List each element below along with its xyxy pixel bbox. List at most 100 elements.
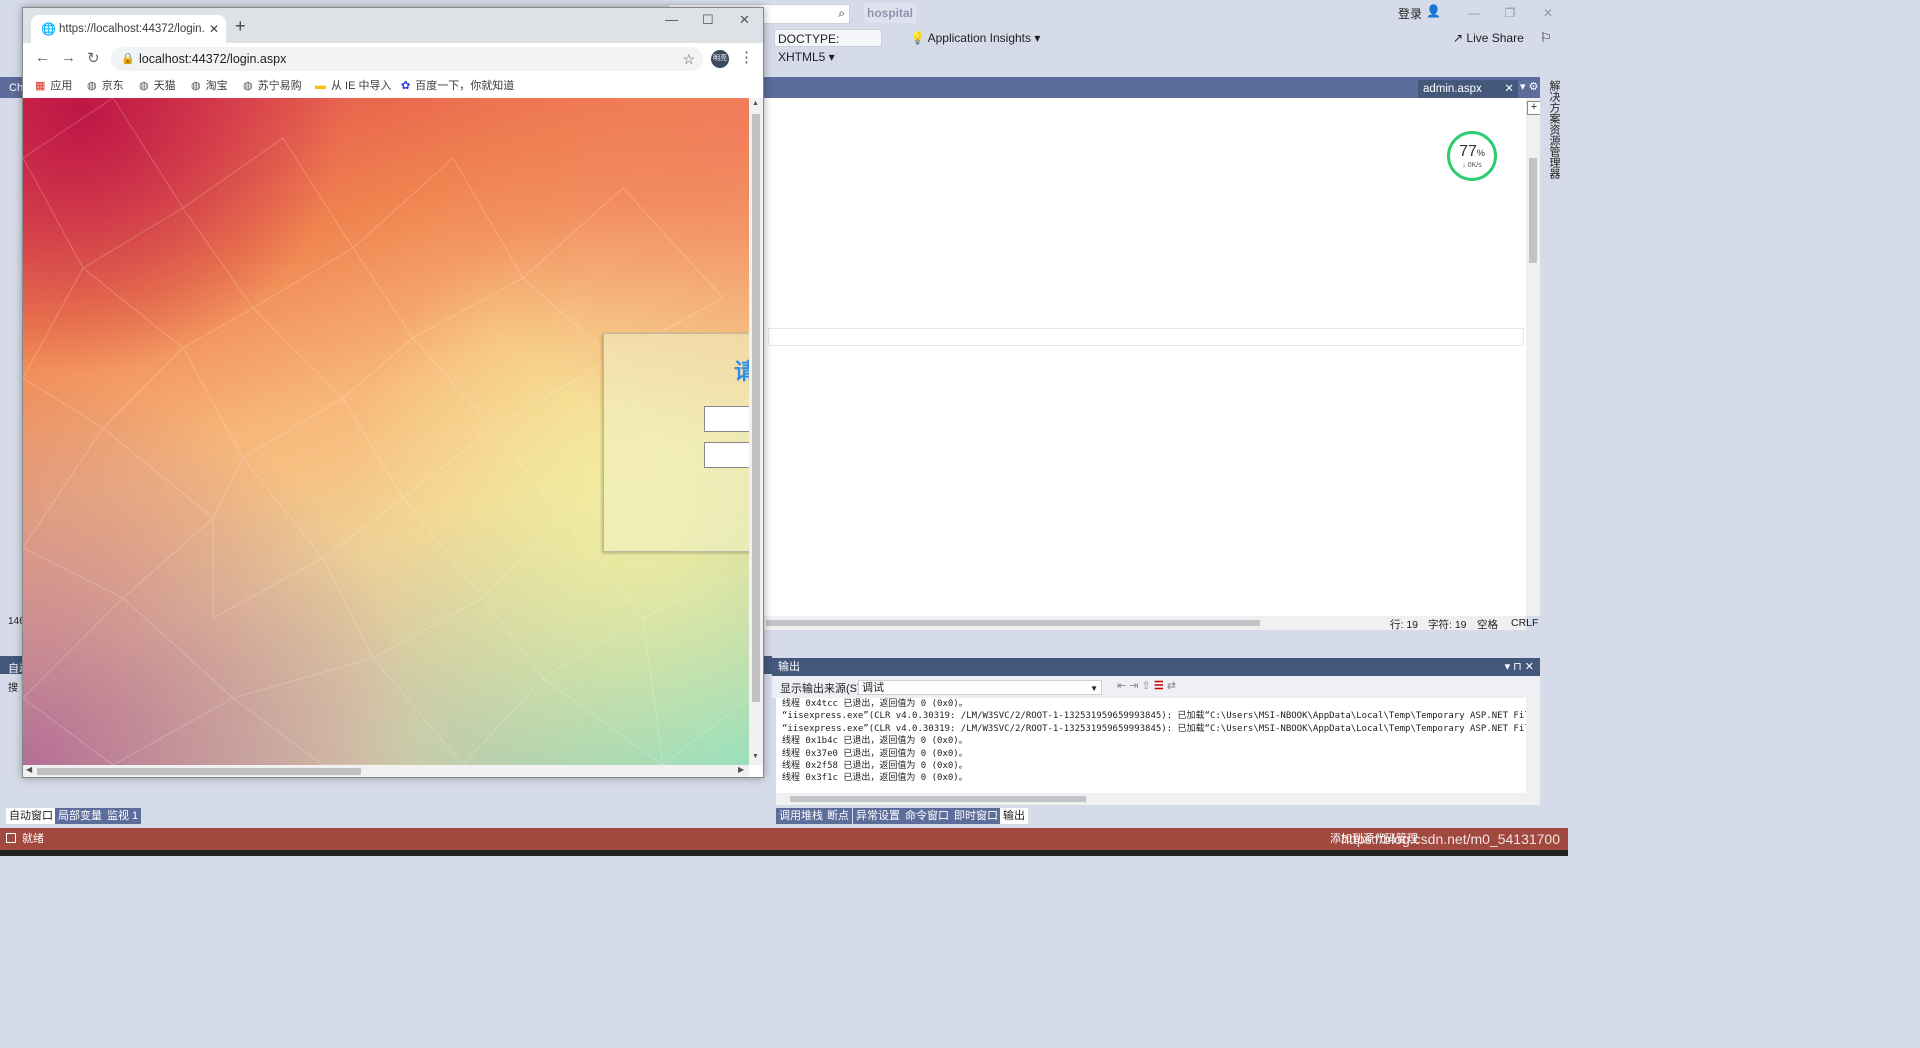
scroll-thumb[interactable] [766,620,1260,626]
bottom-tab-left-1[interactable]: 局部变量 [55,808,105,824]
bottom-tab-right-0[interactable]: 调用堆栈 [776,808,826,824]
scroll-thumb[interactable] [37,768,361,775]
doctype-combo[interactable]: DOCTYPE: XHTML5 ▾ [774,29,882,64]
output-horizontal-scrollbar[interactable] [776,793,1526,805]
chevron-down-icon: ▼ [1090,684,1098,693]
application-insights-button[interactable]: 💡 Application Insights ▾ [910,31,1040,45]
close-tab-icon[interactable]: ✕ [209,15,219,43]
bottom-tab-right-4[interactable]: 即时窗口 [951,808,1001,824]
username-input[interactable] [704,406,749,432]
restore-icon[interactable]: ❐ [1500,6,1520,20]
globe-icon: ◍ [243,80,253,92]
bottom-tab-right-3[interactable]: 命令窗口 [902,808,952,824]
bookmark-label: 天猫 [153,80,176,92]
gauge-percent: 77 [1459,143,1477,160]
feedback-icon[interactable]: ⚐ [1540,30,1552,46]
bookmark-item[interactable]: ◍ 淘宝 [191,75,228,98]
output-source-select[interactable]: 调试 ▼ [858,680,1102,695]
minimize-icon[interactable]: — [665,12,678,27]
taskbar [0,850,1568,856]
browser-tab[interactable]: 🌐 https://localhost:44372/login.aspx ✕ [31,15,226,43]
document-tab-admin[interactable]: admin.aspx ✕ [1418,80,1518,98]
lightbulb-icon: 💡 [910,31,925,45]
apps-grid-icon: ▦ [35,80,46,92]
reload-icon[interactable]: ↻ [87,49,100,67]
bottom-tab-right-5[interactable]: 输出 [1000,808,1028,824]
chrome-menu-icon[interactable]: ⋮ [739,48,754,66]
bottom-tab-right-2[interactable]: 异常设置 [853,808,903,824]
back-icon[interactable]: ← [35,49,50,66]
output-title: 输出 [778,661,800,673]
status-flag-icon [6,833,16,843]
bookmark-item[interactable]: ◍ 苏宁易购 [243,75,302,98]
address-bar[interactable]: 🔒 localhost:44372/login.aspx ☆ [111,47,703,71]
code-editor[interactable] [764,98,1526,616]
split-editor-icon[interactable]: + [1527,101,1541,115]
search-icon: ⌕ [838,6,845,20]
close-icon[interactable]: ✕ [1504,80,1514,98]
bottom-tab-left-0[interactable]: 自动窗口 [6,808,56,824]
share-icon: ↗ [1453,31,1464,45]
maximize-icon[interactable]: ☐ [702,12,714,28]
forward-icon[interactable]: → [61,49,76,66]
panel-controls-icons[interactable]: ▾ ⊓ ✕ [1505,658,1534,676]
login-link[interactable]: 登录 [1398,5,1422,22]
bookmark-item[interactable]: ▬ 从 IE 中导入 [315,75,392,98]
bottom-tab-left-2[interactable]: 监视 1 [104,808,142,824]
output-line: 线程 0x3f1c 已退出，返回值为 0 (0x0)。 [782,773,968,784]
scroll-thumb[interactable] [752,114,760,702]
left-tab-label[interactable]: Ch [9,82,23,94]
user-icon[interactable]: 👤 [1426,4,1441,18]
close-icon[interactable]: ✕ [1538,6,1558,20]
status-bar: 就绪 添加到源代码管理 https://blog.csdn.net/m0_541… [0,828,1568,850]
password-input[interactable] [704,442,749,468]
tab-well-menu-icon[interactable]: ▾ ⚙ [1520,80,1538,93]
bottom-tab-right-1[interactable]: 断点 [824,808,852,824]
watermark: https://blog.csdn.net/m0_54131700 [1341,831,1560,847]
bookmark-item[interactable]: ◍ 京东 [87,75,124,98]
chrome-tab-bar: 🌐 https://localhost:44372/login.aspx ✕ +… [23,8,763,43]
url-text[interactable]: localhost:44372/login.aspx [139,47,286,71]
scroll-thumb[interactable] [790,796,1086,802]
output-line: “iisexpress.exe”(CLR v4.0.30319: /LM/W3S… [782,711,1526,722]
solution-explorer-tab[interactable]: 解决方案资源管理器 [1544,80,1560,179]
bookmark-item[interactable]: ✿ 百度一下，你就知道 [401,75,514,98]
scroll-right-icon[interactable]: ▶ [738,765,744,774]
status-char: 字符: 19 [1428,619,1467,631]
bookmark-label: 应用 [50,80,73,92]
globe-icon: ◍ [87,80,97,92]
editor-vertical-scrollbar[interactable] [1526,98,1540,616]
output-vertical-scrollbar[interactable] [1526,698,1540,805]
bookmark-star-icon[interactable]: ☆ [682,47,695,71]
output-source-value: 调试 [862,682,884,694]
chrome-toolbar: ← → ↻ 🔒 localhost:44372/login.aspx ☆ 明亮 … [23,43,763,75]
scroll-thumb[interactable] [1529,158,1537,263]
output-source-label: 显示输出来源(S): [780,683,864,695]
new-tab-button[interactable]: + [235,16,246,37]
bookmark-item[interactable]: ◍ 天猫 [139,75,176,98]
bookmark-label: 从 IE 中导入 [331,80,392,92]
scroll-left-icon[interactable]: ◀ [26,765,32,774]
output-line: 线程 0x2f58 已退出，返回值为 0 (0x0)。 [782,761,968,772]
left-panel-search[interactable]: 搜 [8,679,18,694]
output-toolbar-icons[interactable]: ⇤ ⇥ ⇧ ☰ ⇄ [1117,679,1176,692]
bookmark-label: 京东 [101,80,124,92]
page-horizontal-scrollbar[interactable]: ◀ ▶ [23,765,749,777]
editor-split-line [768,328,1524,346]
bookmark-label: 百度一下，你就知道 [415,80,515,92]
lock-icon[interactable]: 🔒 [121,47,135,71]
globe-icon: ◍ [191,80,201,92]
page-vertical-scrollbar[interactable]: ▲ ▼ [749,98,763,765]
bookmark-label: 苏宁易购 [257,80,302,92]
bookmark-item[interactable]: ▦ 应用 [35,75,72,98]
close-window-icon[interactable]: ✕ [739,12,750,28]
output-text[interactable]: 线程 0x4tcc 已退出，返回值为 0 (0x0)。 “iisexpress.e… [776,698,1526,793]
scroll-down-icon[interactable]: ▼ [752,753,759,760]
doctype-combo-value: DOCTYPE: XHTML5 [778,32,840,64]
minimize-icon[interactable]: — [1464,6,1484,20]
scroll-up-icon[interactable]: ▲ [752,100,759,107]
output-line: 线程 0x37e0 已退出，返回值为 0 (0x0)。 [782,748,968,759]
status-eol: CRLF [1511,617,1539,629]
profile-avatar[interactable]: 明亮 [711,50,729,68]
live-share-button[interactable]: ↗ Live Share [1453,31,1524,45]
